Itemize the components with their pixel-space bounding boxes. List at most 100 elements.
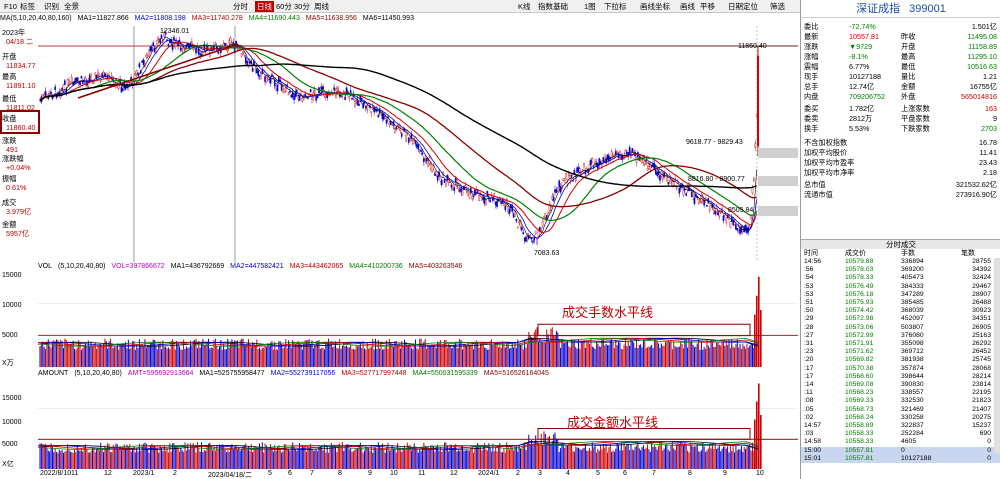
volume-bar [72,452,74,469]
volume-bar [260,349,262,367]
volume-bar [504,452,506,469]
volume-bar [419,448,421,469]
period-tab-1[interactable]: 日线 [255,1,274,12]
toolbar-item-2[interactable]: 识别 [44,1,59,12]
volume-bar [62,452,64,469]
amt-tick-2: 10000 [2,419,22,426]
volume-bar [321,445,323,469]
volume-bar [122,343,124,367]
volume-bar [602,443,604,469]
toolbar-item-0[interactable]: F10 [4,1,17,12]
volume-bar [184,348,186,367]
volume-bar [325,452,327,469]
volume-bar [114,346,116,367]
candle-body [555,189,558,193]
volume-bar [419,338,421,367]
candle-body [445,180,447,187]
volume-bar [380,447,382,469]
quote-value: 6.77% [849,62,870,71]
volume-bar [608,345,610,367]
tick-col-header: 成交价 [845,250,866,257]
period-tab-0[interactable]: 分时 [233,1,248,12]
toolbar-right-item-5[interactable]: 画线 [680,1,695,12]
volume-bar [642,338,644,367]
quote-label: 最低 [901,62,916,71]
candle-body [199,53,201,56]
volume-bar [82,451,84,469]
volume-bar [405,450,407,469]
volume-bar [317,341,319,367]
volume-bar [471,342,473,367]
date-tick: 3 [538,470,542,477]
toolbar-item-3[interactable]: 全景 [64,1,79,12]
candle-body [177,43,179,47]
volume-bar [450,348,452,367]
candle-body [280,84,283,91]
tick-price: 10557.81 [845,446,874,454]
quote-label: 内盘 [804,92,819,101]
toolbar-right-item-2[interactable]: 1图 [584,1,596,12]
volume-bar [114,446,116,469]
volume-bar [370,446,372,469]
candle-body [739,228,741,234]
toolbar-right-item-3[interactable]: 下拉标 [604,1,627,12]
quote-label: 震幅 [804,62,819,71]
period-tab-3[interactable]: 30分 [294,1,310,12]
toolbar-right-item-1[interactable]: 指数基础 [538,1,568,12]
toolbar-right-item-6[interactable]: 平移 [700,1,715,12]
candle-body [152,42,155,47]
volume-chart[interactable] [38,272,798,367]
tick-count: 22195 [972,389,991,397]
toolbar-right-item-7[interactable]: 日期定位 [728,1,758,12]
main-kline-chart[interactable]: 12346.01 11860.40 9618.77 - 9829.43 8816.80… [38,26,798,270]
volume-bar [634,446,636,469]
period-tab-2[interactable]: 60分 [276,1,292,12]
ma-legend-entry: MA2=11808.198 [134,15,186,22]
volume-bar [727,446,729,469]
volume-bar [586,342,588,367]
volume-bar [420,338,422,367]
candle-body [275,83,277,90]
volume-bar [312,450,314,469]
volume-bar [716,342,718,367]
candle-body [606,154,609,159]
tick-scrollbar[interactable] [994,258,1000,453]
volume-bar [571,339,573,367]
volume-bar [169,349,171,367]
volume-bar [702,442,704,469]
volume-bar [363,450,365,469]
vol-legend-entry: MA5=403263546 [408,263,463,270]
toolbar-right-item-0[interactable]: K线 [518,1,531,12]
amt-legend-entry: MA3=527717997448 [341,370,407,377]
volume-bar [580,449,582,469]
volume-bar [120,450,122,469]
volume-bar [740,349,742,367]
candle-body [242,51,244,54]
quote-row: 现手 10127188 量比 1.21 [801,72,1000,82]
amt-legend-entry: MA4=550031595339 [412,370,478,377]
volume-bar [587,340,589,367]
volume-bar [524,442,526,469]
volume-bar [522,444,524,469]
volume-bar [115,347,117,367]
tick-time: 15:00 [804,446,822,454]
period-tab-4[interactable]: 周线 [314,1,329,12]
volume-bar [638,448,640,469]
toolbar-item-1[interactable]: 标签 [20,1,35,12]
candle-body [616,151,618,154]
toolbar-right-item-4[interactable]: 画线坐标 [640,1,670,12]
toolbar-right-item-8[interactable]: 筛选 [770,1,785,12]
volume-bar [620,349,622,367]
ma-line-20 [39,41,758,234]
amount-chart[interactable] [38,379,798,469]
volume-bar [68,449,70,469]
quote-label: 金额 [901,82,916,91]
volume-bar [640,450,642,469]
volume-bar [433,344,435,367]
volume-bar [651,442,653,469]
volume-bar [758,276,760,367]
volume-bar [549,342,551,367]
volume-bar [105,448,107,469]
tick-count: 28907 [972,290,991,298]
volume-bar [97,346,99,367]
